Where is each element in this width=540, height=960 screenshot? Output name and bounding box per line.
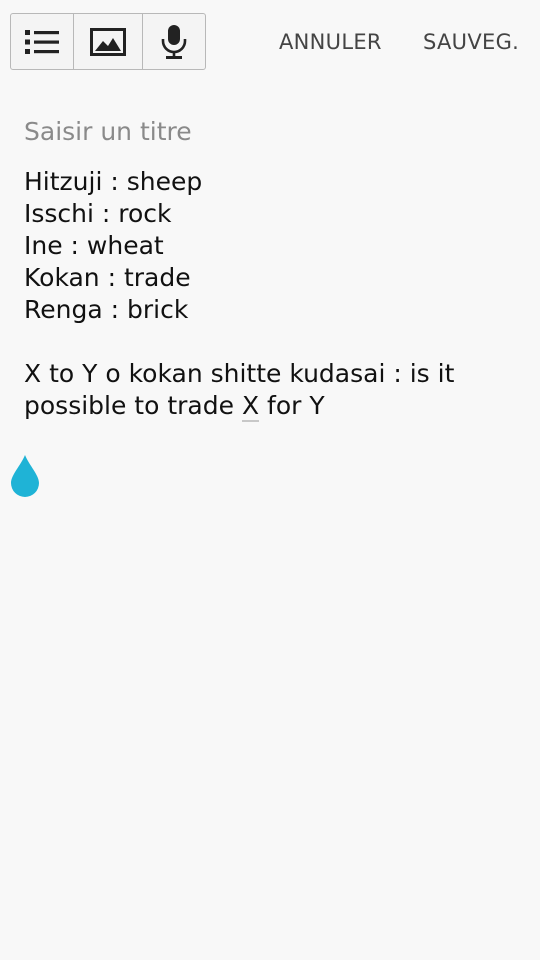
list-button[interactable] [11,14,74,69]
note-sentence: X to Y o kokan shitte kudasai : is it po… [24,358,524,422]
sentence-prefix: X to Y o kokan shitte kudasai : is it po… [24,359,455,420]
list-icon [25,29,59,54]
save-button[interactable]: SAUVEG. [423,30,519,54]
insert-image-button[interactable] [74,14,143,69]
note-line: Ine : wheat [24,231,164,260]
voice-input-button[interactable] [143,14,205,69]
note-line: Isschi : rock [24,199,172,228]
title-input[interactable]: Saisir un titre [24,117,192,146]
text-cursor-handle-icon[interactable] [10,454,40,498]
cancel-button[interactable]: ANNULER [279,30,382,54]
image-icon [90,27,126,56]
note-line: Renga : brick [24,295,189,324]
note-line: Hitzuji : sheep [24,167,203,196]
note-body[interactable]: Hitzuji : sheep Isschi : rock Ine : whea… [24,166,524,422]
microphone-icon [161,24,187,59]
cursor-word: X [241,391,260,422]
sentence-suffix: for Y [259,391,325,420]
formatting-toolbar [10,13,206,70]
note-line: Kokan : trade [24,263,191,292]
